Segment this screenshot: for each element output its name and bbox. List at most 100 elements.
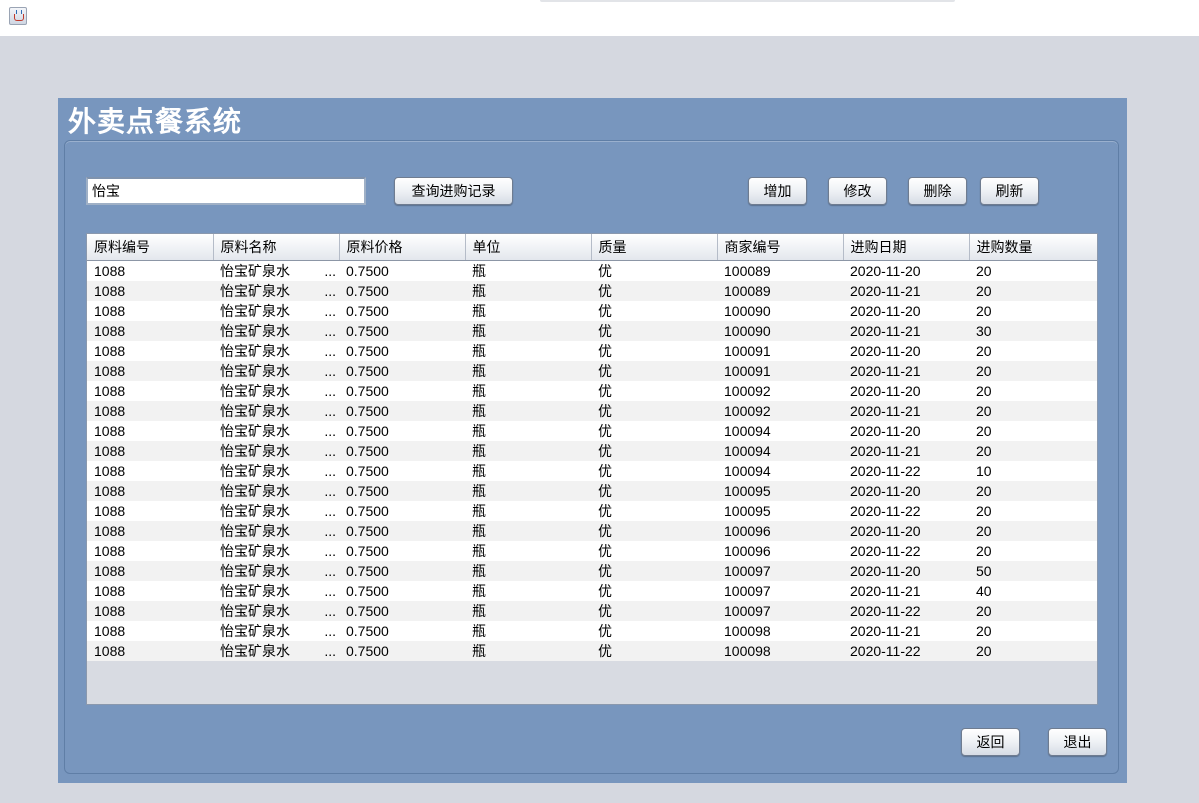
cell-material-id: 1088	[87, 421, 213, 441]
cell-material-price: 0.7500	[339, 421, 465, 441]
cell-quality: 优	[591, 581, 717, 601]
cell-merchant-id: 100098	[717, 621, 843, 641]
cell-text: 怡宝矿泉水	[220, 423, 290, 439]
table-header-row: 原料编号 原料名称 原料价格 单位 质量 商家编号 进购日期 进购数量	[87, 234, 1097, 261]
cell-purchase-date: 2020-11-21	[843, 401, 969, 421]
table-row[interactable]: 1088 怡宝矿泉水... 0.7500 瓶优 100089 2020-11-20 20	[87, 260, 1097, 281]
column-header-purchase-quantity[interactable]: 进购数量	[969, 234, 1097, 261]
cell-quality: 优	[591, 281, 717, 301]
cell-purchase-quantity: 10	[969, 461, 1097, 481]
cell-merchant-id: 100098	[717, 641, 843, 661]
table-row[interactable]: 1088 怡宝矿泉水... 0.7500 瓶优 100090 2020-11-20 20	[87, 301, 1097, 321]
cell-purchase-quantity: 20	[969, 541, 1097, 561]
cell-unit: 瓶	[465, 461, 591, 481]
exit-button[interactable]: 退出	[1048, 728, 1107, 756]
table-row[interactable]: 1088 怡宝矿泉水... 0.7500 瓶优 100095 2020-11-20 20	[87, 481, 1097, 501]
table-row[interactable]: 1088 怡宝矿泉水... 0.7500 瓶优 100092 2020-11-20 20	[87, 381, 1097, 401]
cell-purchase-quantity: 20	[969, 501, 1097, 521]
purchase-records-table[interactable]: 原料编号 原料名称 原料价格 单位 质量 商家编号 进购日期 进购数量 1088 怡宝矿泉水..…	[86, 233, 1098, 705]
cell-material-name: 怡宝矿泉水...	[213, 281, 339, 301]
column-header-material-price[interactable]: 原料价格	[339, 234, 466, 261]
table-row[interactable]: 1088 怡宝矿泉水... 0.7500 瓶优 100097 2020-11-21 40	[87, 581, 1097, 601]
cell-text: 怡宝矿泉水	[220, 463, 290, 479]
cell-unit: 瓶	[465, 441, 591, 461]
cell-material-price: 0.7500	[339, 461, 465, 481]
records-grid: 原料编号 原料名称 原料价格 单位 质量 商家编号 进购日期 进购数量 1088 怡宝矿泉水..…	[87, 234, 1097, 661]
table-row[interactable]: 1088 怡宝矿泉水... 0.7500 瓶优 100097 2020-11-20 50	[87, 561, 1097, 581]
column-header-quality[interactable]: 质量	[591, 234, 718, 261]
cell-material-name: 怡宝矿泉水...	[213, 341, 339, 361]
column-header-material-name[interactable]: 原料名称	[213, 234, 340, 261]
cell-material-id: 1088	[87, 501, 213, 521]
table-row[interactable]: 1088 怡宝矿泉水... 0.7500 瓶优 100097 2020-11-22 20	[87, 601, 1097, 621]
cell-text: 怡宝矿泉水	[220, 543, 290, 559]
back-button[interactable]: 返回	[961, 728, 1020, 756]
cell-material-name: 怡宝矿泉水...	[213, 260, 339, 281]
cell-quality: 优	[591, 401, 717, 421]
edit-button[interactable]: 修改	[828, 177, 887, 205]
cell-material-price: 0.7500	[339, 361, 465, 381]
table-row[interactable]: 1088 怡宝矿泉水... 0.7500 瓶优 100094 2020-11-20 20	[87, 421, 1097, 441]
cell-material-price: 0.7500	[339, 561, 465, 581]
java-cup-icon[interactable]	[9, 7, 27, 25]
cell-purchase-quantity: 50	[969, 561, 1097, 581]
cell-unit: 瓶	[465, 321, 591, 341]
cell-merchant-id: 100090	[717, 321, 843, 341]
add-button[interactable]: 增加	[748, 177, 807, 205]
table-row[interactable]: 1088 怡宝矿泉水... 0.7500 瓶优 100095 2020-11-22 20	[87, 501, 1097, 521]
table-row[interactable]: 1088 怡宝矿泉水... 0.7500 瓶优 100094 2020-11-21 20	[87, 441, 1097, 461]
cell-material-price: 0.7500	[339, 481, 465, 501]
truncation-ellipsis: ...	[324, 463, 336, 479]
delete-button[interactable]: 删除	[908, 177, 967, 205]
truncation-ellipsis: ...	[324, 403, 336, 419]
table-row[interactable]: 1088 怡宝矿泉水... 0.7500 瓶优 100092 2020-11-21 20	[87, 401, 1097, 421]
cell-material-name: 怡宝矿泉水...	[213, 501, 339, 521]
truncation-ellipsis: ...	[324, 503, 336, 519]
cell-purchase-quantity: 20	[969, 441, 1097, 461]
cell-unit: 瓶	[465, 481, 591, 501]
cell-quality: 优	[591, 361, 717, 381]
cell-merchant-id: 100092	[717, 381, 843, 401]
table-row[interactable]: 1088 怡宝矿泉水... 0.7500 瓶优 100096 2020-11-20 20	[87, 521, 1097, 541]
cell-material-price: 0.7500	[339, 321, 465, 341]
cell-material-name: 怡宝矿泉水...	[213, 301, 339, 321]
cell-material-id: 1088	[87, 441, 213, 461]
column-header-material-id[interactable]: 原料编号	[87, 234, 214, 261]
cell-merchant-id: 100091	[717, 361, 843, 381]
refresh-button[interactable]: 刷新	[980, 177, 1039, 205]
cell-text: 怡宝矿泉水	[220, 643, 290, 659]
table-row[interactable]: 1088 怡宝矿泉水... 0.7500 瓶优 100090 2020-11-21 30	[87, 321, 1097, 341]
table-row[interactable]: 1088 怡宝矿泉水... 0.7500 瓶优 100089 2020-11-21 20	[87, 281, 1097, 301]
cell-text: 怡宝矿泉水	[220, 623, 290, 639]
cell-purchase-quantity: 20	[969, 361, 1097, 381]
table-row[interactable]: 1088 怡宝矿泉水... 0.7500 瓶优 100091 2020-11-21 20	[87, 361, 1097, 381]
table-row[interactable]: 1088 怡宝矿泉水... 0.7500 瓶优 100091 2020-11-20 20	[87, 341, 1097, 361]
table-row[interactable]: 1088 怡宝矿泉水... 0.7500 瓶优 100094 2020-11-22 10	[87, 461, 1097, 481]
query-purchase-records-button[interactable]: 查询进购记录	[394, 177, 513, 205]
column-header-unit[interactable]: 单位	[465, 234, 592, 261]
table-row[interactable]: 1088 怡宝矿泉水... 0.7500 瓶优 100096 2020-11-22 20	[87, 541, 1097, 561]
column-header-merchant-id[interactable]: 商家编号	[717, 234, 844, 261]
search-input[interactable]	[86, 177, 366, 205]
cell-quality: 优	[591, 341, 717, 361]
cell-merchant-id: 100097	[717, 561, 843, 581]
table-row[interactable]: 1088 怡宝矿泉水... 0.7500 瓶优 100098 2020-11-21 20	[87, 621, 1097, 641]
cell-purchase-date: 2020-11-20	[843, 381, 969, 401]
table-row[interactable]: 1088 怡宝矿泉水... 0.7500 瓶优 100098 2020-11-22 20	[87, 641, 1097, 661]
column-header-purchase-date[interactable]: 进购日期	[843, 234, 970, 261]
cell-unit: 瓶	[465, 621, 591, 641]
cell-merchant-id: 100096	[717, 541, 843, 561]
cell-material-id: 1088	[87, 521, 213, 541]
cell-text: 怡宝矿泉水	[220, 523, 290, 539]
cell-purchase-quantity: 20	[969, 381, 1097, 401]
cell-unit: 瓶	[465, 561, 591, 581]
cell-unit: 瓶	[465, 301, 591, 321]
cell-unit: 瓶	[465, 541, 591, 561]
cell-purchase-date: 2020-11-21	[843, 441, 969, 461]
cell-material-price: 0.7500	[339, 521, 465, 541]
truncation-ellipsis: ...	[324, 523, 336, 539]
cell-text: 怡宝矿泉水	[220, 323, 290, 339]
cell-material-name: 怡宝矿泉水...	[213, 621, 339, 641]
cell-text: 怡宝矿泉水	[220, 483, 290, 499]
cell-merchant-id: 100097	[717, 581, 843, 601]
